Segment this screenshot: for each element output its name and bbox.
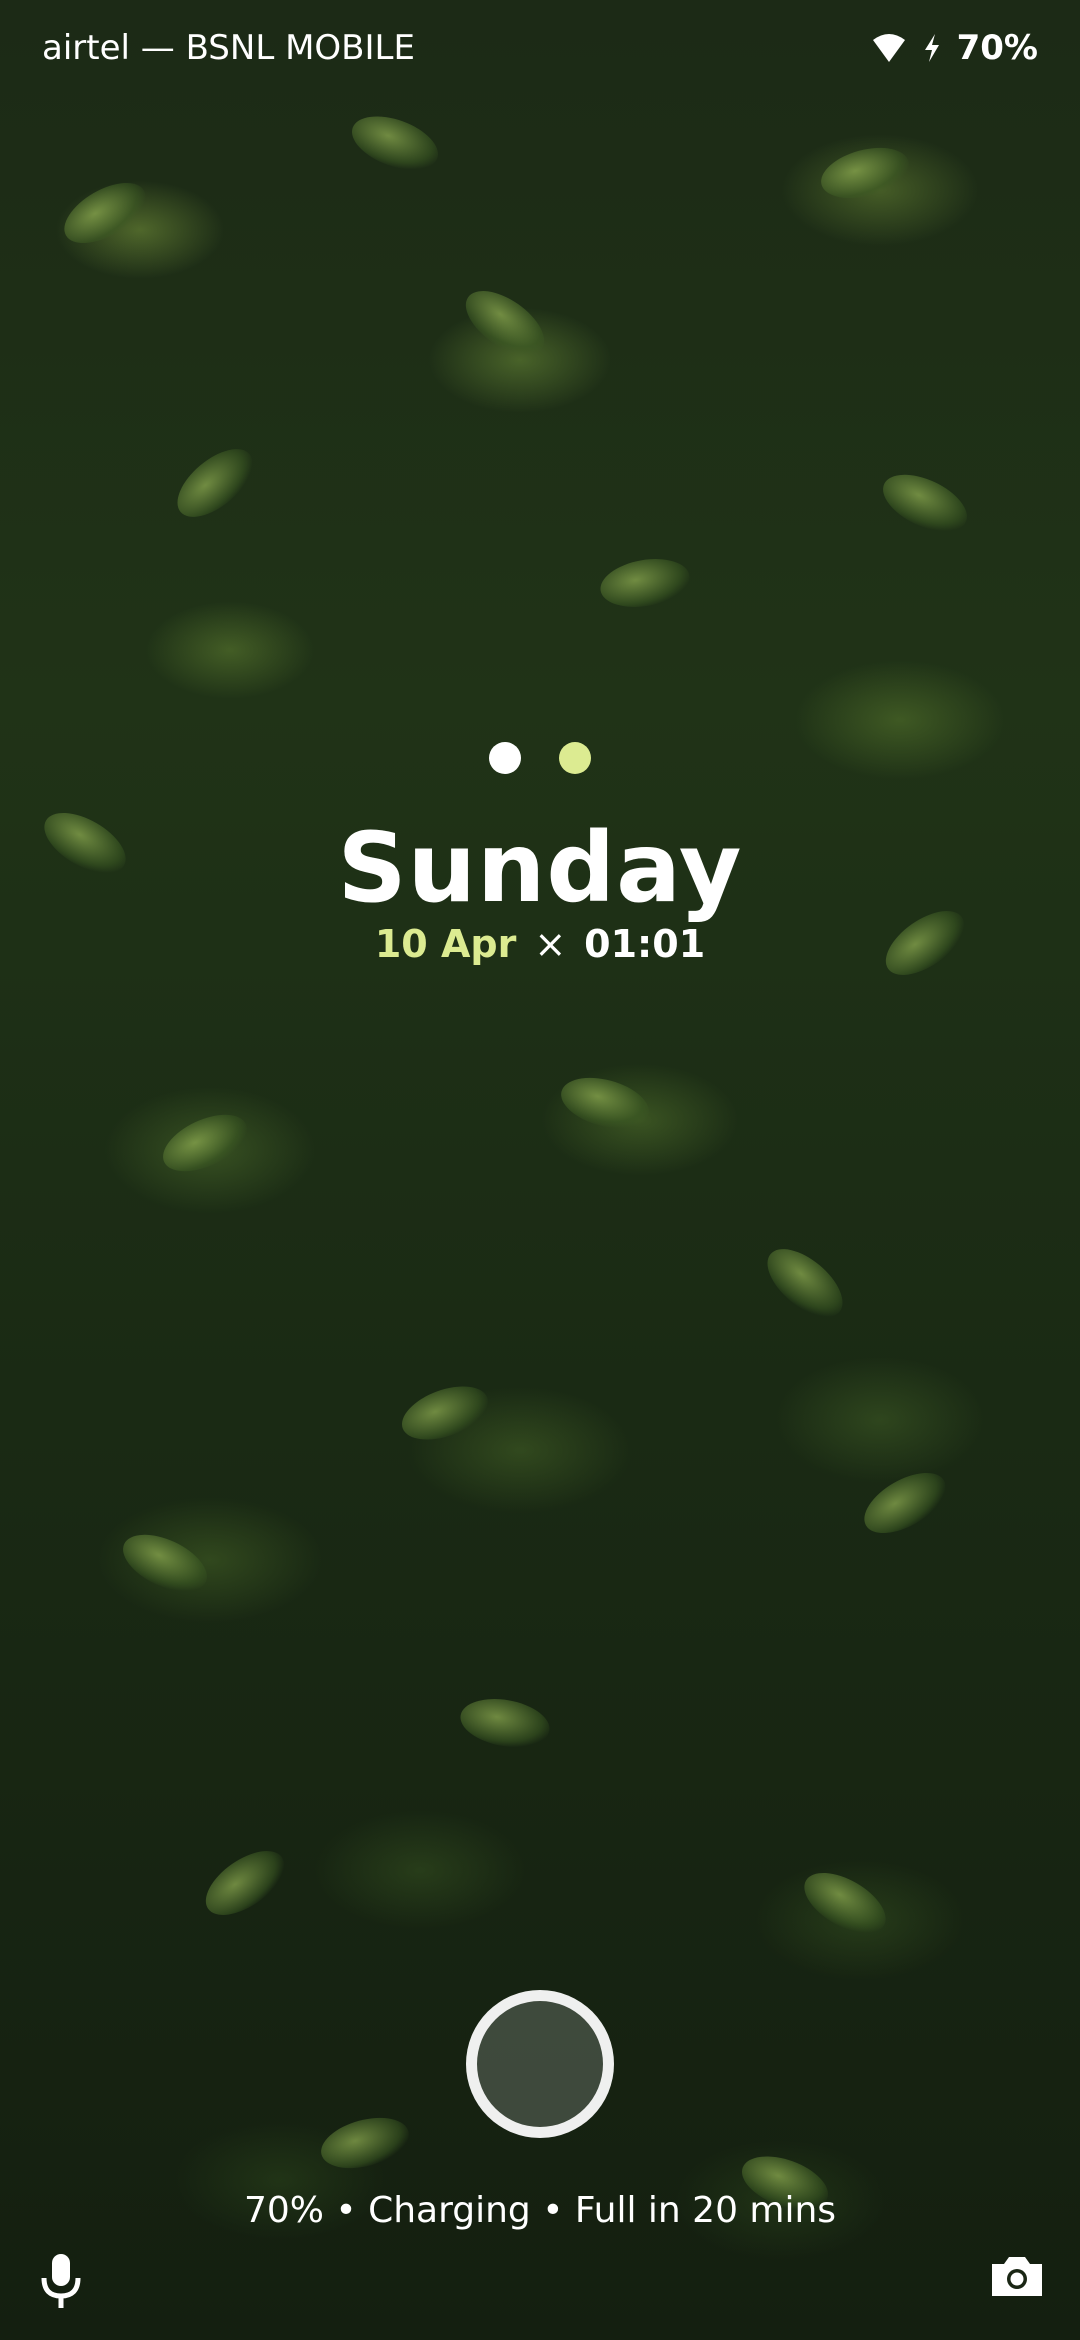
lock-screen: airtel — BSNL MOBILE 70% Sunday 10 Apr × 0… — [0, 0, 1080, 2340]
date-time-separator: × — [534, 922, 567, 966]
wifi-icon — [871, 32, 907, 64]
day-label: Sunday — [337, 812, 743, 924]
page-indicator — [0, 742, 1080, 774]
charging-bolt-icon — [921, 32, 943, 64]
camera-icon[interactable] — [988, 2252, 1046, 2304]
fingerprint-icon[interactable] — [466, 1990, 614, 2138]
date-label: 10 Apr — [374, 922, 517, 966]
status-bar: airtel — BSNL MOBILE 70% — [42, 28, 1038, 78]
status-icons: 70% — [871, 28, 1038, 68]
carrier-label: airtel — BSNL MOBILE — [42, 28, 415, 68]
page-dot-active[interactable] — [489, 742, 521, 774]
page-dot[interactable] — [559, 742, 591, 774]
time-label: 01:01 — [584, 922, 706, 966]
microphone-icon[interactable] — [38, 2252, 84, 2314]
battery-percentage: 70% — [956, 28, 1038, 68]
date-time-line: 10 Apr × 01:01 — [0, 922, 1080, 966]
charging-status: 70% • Charging • Full in 20 mins — [243, 2190, 837, 2231]
